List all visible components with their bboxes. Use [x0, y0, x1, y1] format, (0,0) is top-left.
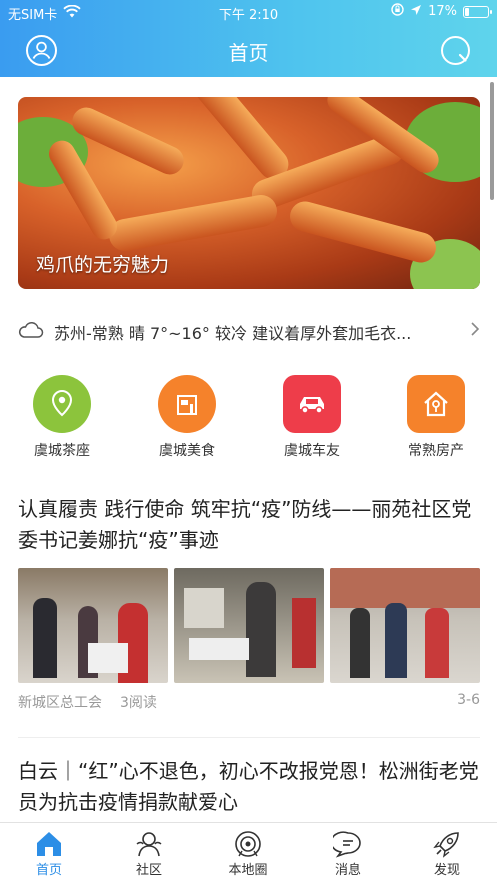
article-title: 白云｜“红”心不退色，初心不改报党恩！松洲街老党员为抗击疫情捐款献爱心: [18, 759, 479, 814]
divider: [18, 737, 480, 738]
banner-image-claw: [286, 198, 440, 266]
quick-link-label: 虞城茶座: [34, 443, 90, 459]
article-meta: 新城区总工会 3阅读 3-6: [18, 692, 480, 712]
search-icon[interactable]: [440, 35, 471, 66]
rocket-icon: [407, 829, 487, 859]
quick-link-car[interactable]: 虞城车友: [262, 375, 362, 460]
quick-link-food[interactable]: 虞城美食: [137, 375, 237, 460]
tab-home[interactable]: 首页: [9, 829, 89, 878]
quick-link-label: 虞城美食: [159, 443, 215, 459]
weather-text: 苏州-常熟 晴 7°~16° 较冷 建议着厚外套加毛衣...: [54, 324, 412, 343]
tab-local-circle[interactable]: 本地圈: [208, 829, 288, 878]
scrollbar[interactable]: [490, 82, 494, 200]
tab-label: 发现: [433, 863, 460, 878]
page-title: 首页: [228, 41, 269, 65]
tab-messages[interactable]: 消息: [308, 829, 388, 878]
location-pin-icon: [33, 375, 91, 433]
banner-image-claw: [181, 97, 295, 186]
quick-links: 虞城茶座 虞城美食 虞城车友 常熟房产: [0, 375, 497, 465]
article-reads: 3阅读: [120, 695, 157, 711]
banner-image-claw: [106, 192, 280, 254]
article-photo: [330, 568, 480, 683]
message-icon: [308, 829, 388, 859]
navbar: 首页: [0, 24, 497, 77]
home-icon: [9, 829, 89, 859]
chevron-right-icon: [470, 321, 480, 342]
quick-link-tea[interactable]: 虞城茶座: [12, 375, 112, 460]
article-title: 认真履责 践行使命 筑牢抗“疫”防线——丽苑社区党委书记姜娜抗“疫”事迹: [18, 497, 472, 552]
article-images: [18, 568, 480, 683]
article-photo: [174, 568, 324, 683]
community-icon: [109, 829, 189, 859]
location-arrow-icon: [410, 4, 422, 20]
banner-carousel[interactable]: 鸡爪的无穷魅力: [18, 97, 480, 289]
banner-caption: 鸡爪的无穷魅力: [36, 254, 170, 276]
orientation-lock-icon: [391, 3, 404, 20]
tab-label: 首页: [35, 863, 62, 878]
car-icon: [283, 375, 341, 433]
article-source: 新城区总工会: [18, 695, 102, 711]
quick-link-label: 常熟房产: [408, 443, 464, 459]
article-card[interactable]: 白云｜“红”心不退色，初心不改报党恩！松洲街老党员为抗击疫情捐款献爱心: [18, 756, 480, 818]
article-card[interactable]: 认真履责 践行使命 筑牢抗“疫”防线——丽苑社区党委书记姜娜抗“疫”事迹 新城区…: [18, 494, 480, 712]
tab-label: 本地圈: [228, 863, 268, 878]
main-content: 鸡爪的无穷魅力 苏州-常熟 晴 7°~16° 较冷 建议着厚外套加毛衣... 虞…: [0, 77, 497, 822]
house-icon: [407, 375, 465, 433]
quick-link-label: 虞城车友: [284, 443, 340, 459]
cloud-icon: [18, 321, 44, 343]
article-photo: [18, 568, 168, 683]
tab-discover[interactable]: 发现: [407, 829, 487, 878]
weather-bar[interactable]: 苏州-常熟 晴 7°~16° 较冷 建议着厚外套加毛衣...: [18, 317, 480, 347]
battery-percent: 17%: [428, 4, 457, 19]
tab-bar: 首页 社区 本地圈 消息 发现: [0, 822, 497, 883]
tab-label: 社区: [135, 863, 162, 878]
status-bar: 无SIM卡 下午 2:10 17%: [0, 0, 497, 24]
quick-link-house[interactable]: 常熟房产: [386, 375, 486, 460]
tab-label: 消息: [334, 863, 361, 878]
battery-icon: [463, 5, 492, 18]
tab-community[interactable]: 社区: [109, 829, 189, 878]
shop-icon: [158, 375, 216, 433]
app-header: 无SIM卡 下午 2:10 17% 首页: [0, 0, 497, 77]
local-circle-icon: [208, 829, 288, 859]
article-date: 3-6: [457, 692, 480, 708]
